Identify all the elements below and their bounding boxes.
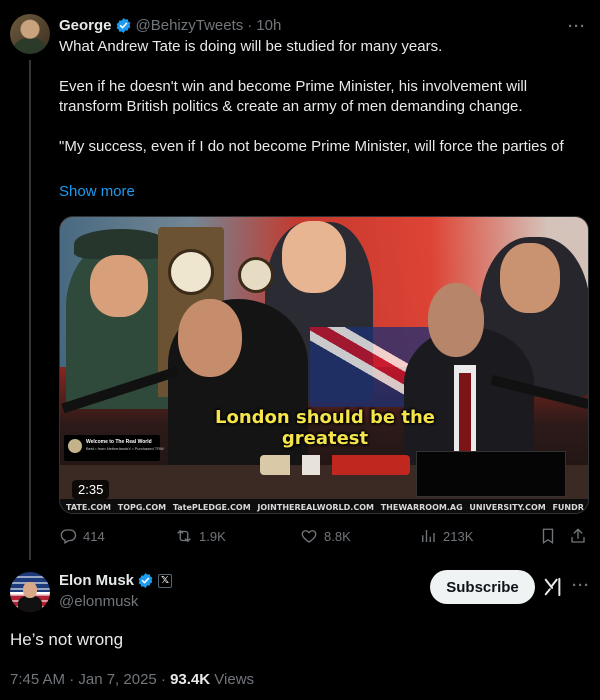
avatar-head <box>23 582 37 598</box>
views-label: Views <box>210 671 255 688</box>
caption-line: London should be the <box>215 407 435 428</box>
subscribe-button[interactable]: Subscribe <box>430 570 535 604</box>
repost-count: 1.9K <box>199 528 226 544</box>
show-more-link[interactable]: Show more <box>59 183 135 200</box>
avatar[interactable] <box>10 14 50 54</box>
video-caption: London should be the greatest <box>60 407 588 449</box>
action-bar: 414 1.9K 8.8K 213K <box>59 527 589 547</box>
tweet-text: He’s not wrong <box>10 630 124 649</box>
reply-icon <box>60 529 77 544</box>
tweet-paragraph: What Andrew Tate is doing will be studie… <box>59 38 443 55</box>
video-duration: 2:35 <box>72 480 110 499</box>
share-icon <box>571 528 585 543</box>
bookmark-icon <box>542 528 554 545</box>
x-badge-icon[interactable]: 𝕏 <box>158 573 173 588</box>
clock-face <box>238 257 274 293</box>
mugs <box>260 455 410 475</box>
verified-badge-icon <box>138 573 153 588</box>
ticker-item: TATE.COM <box>66 502 111 512</box>
ticker-item: FUNDR <box>552 502 584 512</box>
grok-icon[interactable] <box>542 577 564 597</box>
repost-button[interactable]: 1.9K <box>175 527 226 545</box>
caption-line: greatest <box>281 428 369 449</box>
more-icon[interactable]: ··· <box>568 18 586 35</box>
separator-dot: · <box>247 16 253 34</box>
verified-badge-icon <box>116 17 130 33</box>
thread-line <box>29 60 31 560</box>
tweet-metadata: 7:45 AM · Jan 7, 2025 · 93.4K Views <box>10 671 254 688</box>
like-button[interactable]: 8.8K <box>300 527 351 545</box>
author-name[interactable]: George <box>59 17 112 34</box>
video-ticker: TATE.COM TOPG.COM TatePLEDGE.COM JOINTHE… <box>60 499 588 513</box>
avatar[interactable] <box>10 572 50 612</box>
views-icon <box>422 530 435 542</box>
parent-tweet[interactable]: George @BehizyTweets · 10h ··· What Andr… <box>0 0 600 560</box>
author-handle[interactable]: @elonmusk <box>59 593 138 610</box>
tweet-text: What Andrew Tate is doing will be studie… <box>59 37 584 159</box>
reply-button[interactable]: 414 <box>59 527 105 545</box>
author-name[interactable]: Elon Musk <box>59 572 134 589</box>
more-icon[interactable]: ··· <box>572 577 590 594</box>
tweet-header: George @BehizyTweets · 10h <box>59 15 281 35</box>
share-button[interactable] <box>569 527 587 550</box>
ticker-item: TatePLEDGE.COM <box>172 502 251 512</box>
monitor <box>416 451 566 497</box>
bookmark-button[interactable] <box>539 527 557 550</box>
like-icon <box>301 530 317 543</box>
like-count: 8.8K <box>324 528 351 544</box>
main-tweet[interactable]: Elon Musk 𝕏 @elonmusk Subscribe ··· He’s… <box>0 560 600 700</box>
ticker-item: THEWARROOM.AG <box>380 502 463 512</box>
views-count: 93.4K <box>170 671 211 688</box>
reply-count: 414 <box>83 528 105 544</box>
tweet-header: Elon Musk 𝕏 <box>59 572 173 589</box>
tweet-paragraph: "My success, even if I do not become Pri… <box>59 138 564 155</box>
video-player[interactable]: Welcome to The Real World Best • from Ne… <box>59 216 589 514</box>
cartoon-face <box>282 221 346 293</box>
cartoon-face <box>500 243 560 313</box>
person-head <box>428 283 484 357</box>
ticker-item: JOINTHEREALWORLD.COM <box>257 502 374 512</box>
clock-face <box>168 249 214 295</box>
ticker-item: TOPG.COM <box>117 502 167 512</box>
tweet-timestamp[interactable]: 7:45 AM · Jan 7, 2025 · <box>10 671 170 688</box>
author-handle[interactable]: @BehizyTweets <box>136 17 244 34</box>
views-count: 213K <box>443 528 474 544</box>
person-head <box>178 299 242 377</box>
ticker-item: UNIVERSITY.COM <box>469 502 546 512</box>
avatar-body <box>18 596 42 612</box>
tweet-paragraph: Even if he doesn't win and become Prime … <box>59 78 528 115</box>
tweet-time[interactable]: 10h <box>256 17 281 34</box>
views-button[interactable]: 213K <box>419 527 473 545</box>
cartoon-face <box>90 255 148 317</box>
repost-icon <box>177 530 191 542</box>
